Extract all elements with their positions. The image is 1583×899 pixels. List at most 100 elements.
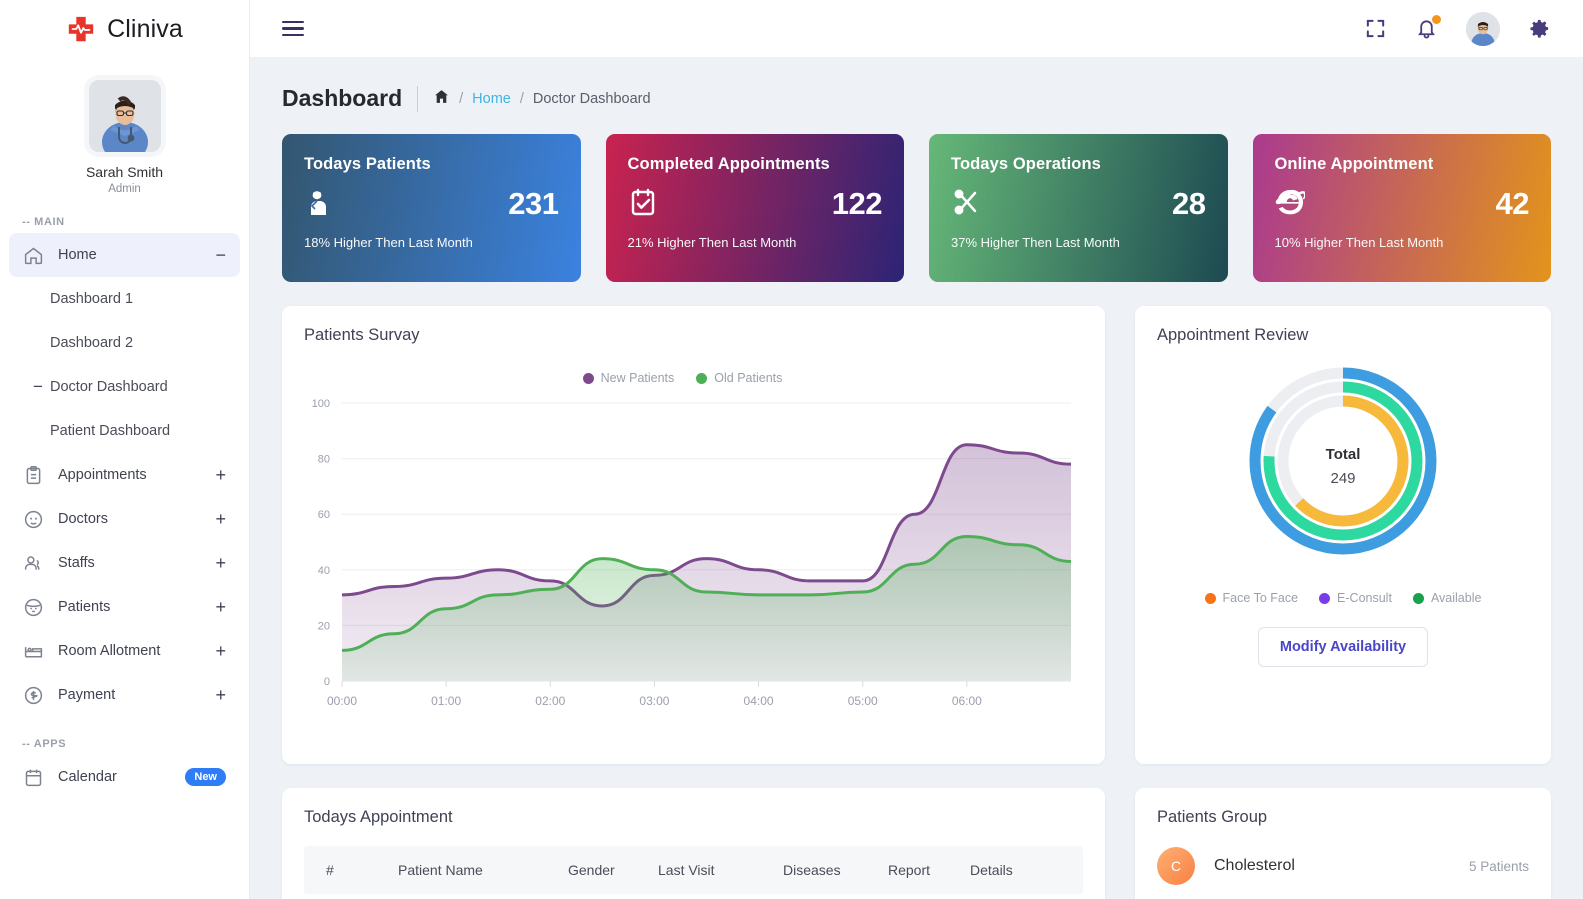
collapse-toggle-icon[interactable]: − [215,246,226,264]
page-content: Dashboard / Home / Doctor Dashboard Toda… [250,58,1583,899]
gear-icon[interactable] [1528,17,1551,40]
sidebar-item-room-allotment[interactable]: Room Allotment + [9,629,240,673]
brand[interactable]: Cliniva [0,0,249,58]
stat-value: 28 [1172,186,1206,221]
calendar-check-icon [628,187,658,222]
sidebar-item-doctors[interactable]: Doctors + [9,497,240,541]
column-header-gender: Gender [568,862,615,878]
svg-text:80: 80 [318,454,330,466]
sidebar-subitem-doctor-dashboard[interactable]: − Doctor Dashboard [0,365,249,409]
sidebar-item-label: Payment [58,687,116,703]
table-row[interactable] [282,894,1105,899]
svg-text:20: 20 [318,620,330,632]
sidebar-item-label: Staffs [58,555,95,571]
legend-dot [1204,592,1216,604]
doctor-avatar[interactable] [88,80,161,152]
group-name: Cholesterol [1214,857,1295,874]
panel-title-patients-group: Patients Group [1157,808,1268,826]
home-icon [23,245,44,266]
svg-text:100: 100 [312,398,330,410]
stat-card-todays-patients[interactable]: Todays Patients 231 18% Higher Then Last… [282,134,581,282]
topbar-icons [1364,11,1551,46]
legend-item-old-patients[interactable]: Old Patients [696,371,782,385]
radial-bar-chart: Total 249 [1228,361,1458,571]
svg-text:04:00: 04:00 [744,694,774,708]
list-item[interactable]: C Cholesterol 5 Patients [1135,827,1551,885]
sidebar-item-payment[interactable]: Payment + [9,673,240,717]
expand-icon[interactable]: + [215,466,226,484]
legend-item-available[interactable]: Available [1412,591,1482,605]
topbar [250,0,1583,58]
sidebar-item-staffs[interactable]: Staffs + [9,541,240,585]
modify-availability-button[interactable]: Modify Availability [1257,627,1429,667]
sidebar-subitem-dashboard-1[interactable]: Dashboard 1 [0,277,249,321]
column-header-patient-name: Patient Name [398,862,483,878]
expand-icon[interactable]: + [215,598,226,616]
dollar-coin-icon [23,685,44,706]
expand-icon[interactable]: + [215,554,226,572]
legend-item-e-consult[interactable]: E-Consult [1319,591,1392,605]
breadcrumb-separator: / [459,90,464,107]
sidebar-profile: Sarah Smith Admin [0,58,249,195]
hamburger-icon[interactable] [278,17,308,41]
section-label-apps: -- APPS [22,738,67,750]
stat-subtext: 10% Higher Then Last Month [1274,235,1444,250]
legend-item-face-to-face[interactable]: Face To Face [1204,591,1298,605]
section-label-main: -- MAIN [22,216,65,228]
sidebar-item-home[interactable]: Home − [9,233,240,277]
appointment-review-body: Total 249 Face To Face E-Consult Availab… [1135,345,1551,738]
home-icon[interactable] [433,88,450,109]
legend-label: Available [1430,591,1482,605]
patients-group-panel: Patients Group C Cholesterol 5 Patients [1135,788,1551,899]
stat-subtext: 18% Higher Then Last Month [304,235,473,250]
clipboard-icon [23,465,44,486]
sidebar-subitem-label: Doctor Dashboard [50,379,168,395]
breadcrumb-link-home[interactable]: Home [472,91,511,107]
breadcrumb-separator: / [519,90,524,107]
calendar-icon [23,767,44,788]
area-chart-svg: 0 20 40 60 80 100 00:00 01:00 02:00 03:00 04:00 05:… [312,398,1072,708]
svg-text:60: 60 [318,509,330,521]
legend-item-new-patients[interactable]: New Patients [582,371,675,385]
stat-value: 231 [508,186,559,221]
status-badge-new: New [185,768,226,786]
legend-label: Old Patients [714,371,783,385]
stat-card-online-appointment[interactable]: Online Appointment 42 10% Higher Then La… [1252,134,1551,282]
table-header: # Patient Name Gender Last Visit Disease… [304,846,1083,894]
medical-cross-pulse-icon [66,14,96,44]
bottom-row: Todays Appointment # Patient Name Gender… [282,788,1551,899]
sidebar-subitem-patient-dashboard[interactable]: Patient Dashboard [0,409,249,453]
sidebar-item-label: Room Allotment [58,643,161,659]
expand-icon[interactable]: + [215,510,226,528]
sidebar-item-label: Appointments [58,467,147,483]
legend-label: New Patients [600,371,675,385]
charts-row: Patients Survay New Patients Old Patient… [282,306,1551,764]
svg-text:03:00: 03:00 [639,694,669,708]
bell-icon[interactable] [1415,15,1441,40]
svg-text:01:00: 01:00 [431,694,461,708]
page-title: Dashboard [282,85,403,111]
stat-subtext: 21% Higher Then Last Month [627,235,797,250]
sidebar-subitem-dashboard-2[interactable]: Dashboard 2 [0,321,249,365]
svg-text:05:00: 05:00 [848,694,878,708]
subitem-marker: − [33,377,43,396]
svg-text:00:00: 00:00 [327,694,357,708]
sidebar-item-calendar[interactable]: Calendar New [9,755,240,799]
stat-card-todays-operations[interactable]: Todays Operations 28 37% Higher Then Las… [929,134,1228,282]
fullscreen-icon[interactable] [1364,17,1387,40]
appointment-review-panel: Appointment Review Total 249 Face To Fac… [1135,306,1551,764]
notification-dot [1432,15,1441,24]
stat-title: Online Appointment [1274,155,1434,173]
user-avatar[interactable] [1466,11,1500,46]
expand-icon[interactable]: + [215,642,226,660]
stat-card-completed-appointments[interactable]: Completed Appointments 122 21% Higher Th… [605,134,904,282]
sidebar-item-appointments[interactable]: Appointments + [9,453,240,497]
sidebar-item-patients[interactable]: Patients + [9,585,240,629]
expand-icon[interactable]: + [215,686,226,704]
radial-bar-svg [1249,367,1437,555]
patient-face-icon [23,597,44,618]
column-header-index: # [326,862,334,878]
patient-icon [304,187,334,222]
sidebar-subitem-label: Dashboard 1 [50,291,134,307]
people-icon [23,553,44,574]
